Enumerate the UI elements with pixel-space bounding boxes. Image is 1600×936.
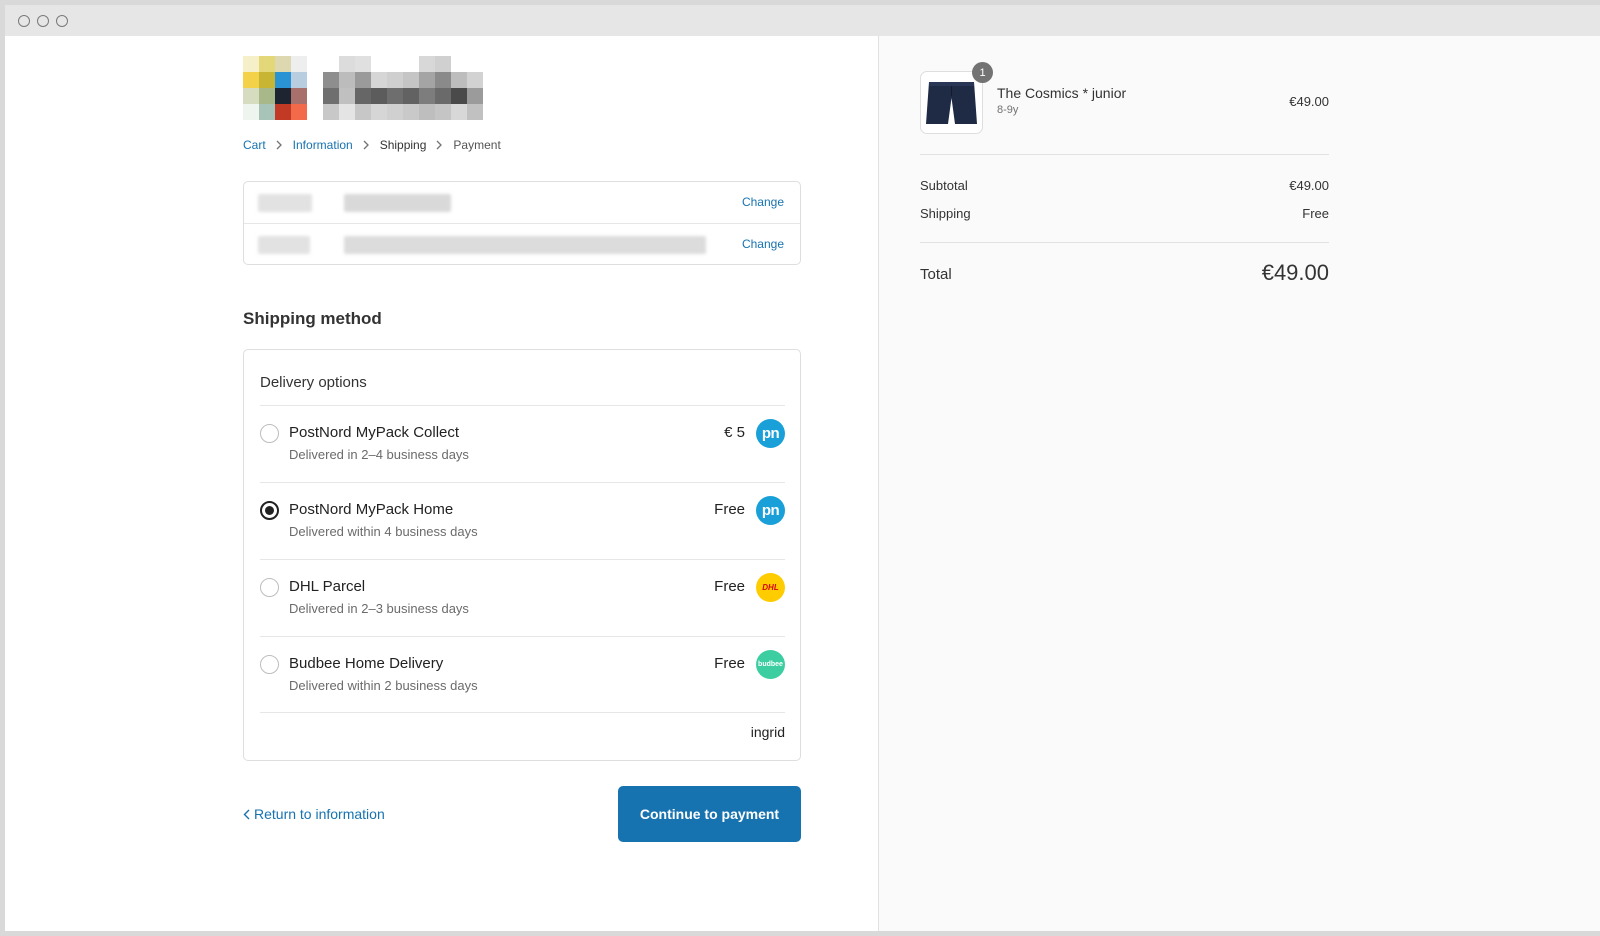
return-label: Return to information (254, 806, 385, 822)
browser-window: Cart Information Shipping Payment Change… (5, 5, 1600, 931)
store-logo[interactable] (243, 56, 307, 120)
redacted-label (258, 236, 310, 254)
product-variant: 8-9y (997, 104, 1019, 116)
option-name: PostNord MyPack Home (289, 501, 454, 518)
shipping-option-postnord-home[interactable]: PostNord MyPack Home Delivered within 4 … (260, 482, 785, 559)
chevron-right-icon (436, 140, 443, 150)
product-price: €49.00 (1289, 94, 1329, 109)
change-ship-to-link[interactable]: Change (742, 237, 784, 251)
option-description: Delivered within 2 business days (289, 678, 478, 693)
postnord-logo-icon: pn (756, 419, 785, 448)
powered-by-row: ingrid (260, 712, 785, 760)
chevron-right-icon (363, 140, 370, 150)
redacted-value (344, 236, 706, 254)
breadcrumb: Cart Information Shipping Payment (243, 138, 501, 152)
radio-button[interactable] (260, 578, 279, 597)
subtotal-label: Subtotal (920, 178, 968, 193)
continue-to-payment-button[interactable]: Continue to payment (618, 786, 801, 842)
delivery-options-box: Delivery options PostNord MyPack Collect… (243, 349, 801, 761)
chevron-left-icon (243, 809, 250, 819)
product-thumbnail: 1 (920, 62, 993, 134)
product-name: The Cosmics * junior (997, 85, 1127, 101)
shorts-icon (926, 82, 977, 124)
radio-button-selected[interactable] (260, 501, 279, 520)
breadcrumb-payment: Payment (453, 138, 501, 152)
shipping-option-postnord-collect[interactable]: PostNord MyPack Collect Delivered in 2–4… (260, 405, 785, 482)
return-to-information-link[interactable]: Return to information (243, 806, 385, 822)
option-name: PostNord MyPack Collect (289, 424, 460, 441)
breadcrumb-information[interactable]: Information (293, 138, 353, 152)
breadcrumb-cart[interactable]: Cart (243, 138, 266, 152)
option-name: DHL Parcel (289, 578, 366, 595)
title-bar (5, 5, 1600, 36)
shipping-option-dhl-parcel[interactable]: DHL Parcel Delivered in 2–3 business day… (260, 559, 785, 636)
subtotal-value: €49.00 (1289, 178, 1329, 193)
shipping-option-budbee[interactable]: Budbee Home Delivery Delivered within 2 … (260, 636, 785, 713)
option-price: Free (714, 578, 745, 595)
minimize-window-button[interactable] (37, 15, 49, 27)
change-contact-link[interactable]: Change (742, 195, 784, 209)
redacted-label (258, 194, 312, 212)
breadcrumb-shipping: Shipping (379, 138, 427, 152)
option-description: Delivered within 4 business days (289, 524, 478, 539)
shipping-value: Free (1302, 206, 1329, 221)
option-description: Delivered in 2–3 business days (289, 601, 469, 616)
delivery-options-heading: Delivery options (260, 374, 367, 391)
option-price: Free (714, 501, 745, 518)
divider (920, 154, 1329, 155)
chevron-right-icon (276, 140, 283, 150)
divider (920, 242, 1329, 243)
ingrid-logo: ingrid (750, 724, 785, 740)
store-logo-wordmark (323, 56, 485, 120)
close-window-button[interactable] (18, 15, 30, 27)
total-label: Total (920, 266, 952, 283)
option-price: Free (714, 655, 745, 672)
shipping-method-title: Shipping method (243, 309, 382, 328)
option-name: Budbee Home Delivery (289, 655, 444, 672)
review-contact-row: Change (244, 182, 800, 224)
quantity-badge: 1 (972, 62, 993, 83)
budbee-logo-icon: budbee (756, 650, 785, 679)
total-value: €49.00 (1261, 260, 1329, 285)
checkout-main: Cart Information Shipping Payment Change… (5, 36, 878, 931)
order-summary: 1 The Cosmics * junior 8-9y €49.00 Subto… (878, 36, 1600, 931)
radio-button[interactable] (260, 655, 279, 674)
redacted-value (344, 194, 451, 212)
dhl-logo-icon: DHL (756, 573, 785, 602)
review-ship-to-row: Change (244, 223, 800, 265)
review-block: Change Change (243, 181, 801, 265)
radio-button[interactable] (260, 424, 279, 443)
option-price: € 5 (724, 424, 745, 441)
shipping-label: Shipping (920, 206, 971, 221)
postnord-logo-icon: pn (756, 496, 785, 525)
option-description: Delivered in 2–4 business days (289, 447, 469, 462)
maximize-window-button[interactable] (56, 15, 68, 27)
